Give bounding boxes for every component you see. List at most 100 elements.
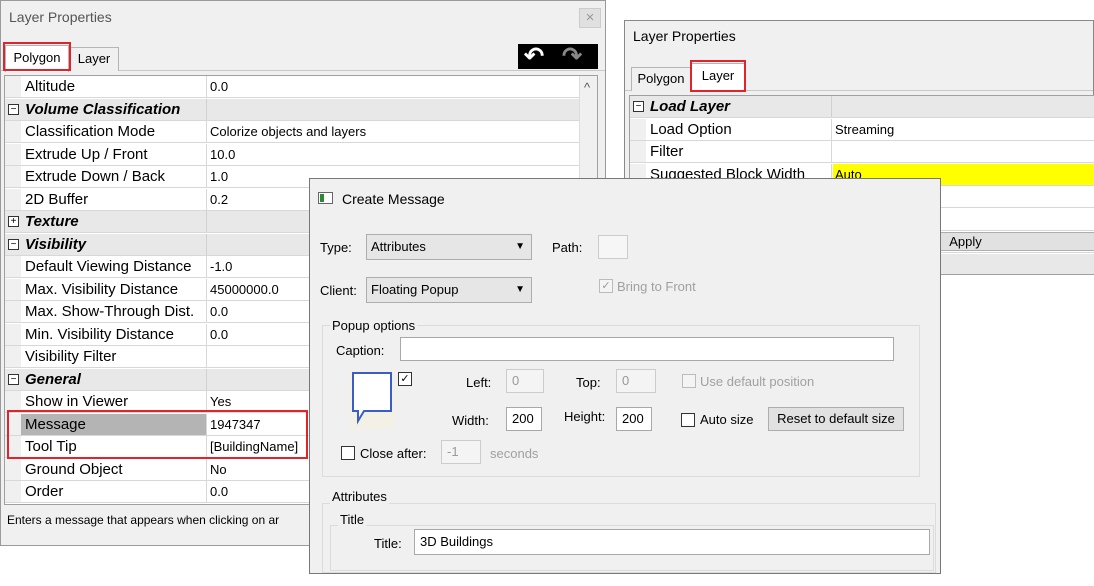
height-input[interactable]: 200 xyxy=(616,407,652,431)
use-default-position-label: Use default position xyxy=(700,374,815,389)
type-select[interactable]: Attributes ▼ xyxy=(366,234,532,260)
width-input[interactable]: 200 xyxy=(506,407,542,431)
property-row[interactable]: Load Option Streaming xyxy=(630,118,1094,141)
property-name: Default Viewing Distance xyxy=(21,256,207,277)
row-gutter xyxy=(5,166,21,187)
client-select-value: Floating Popup xyxy=(371,282,459,297)
left-input[interactable]: 0 xyxy=(506,369,544,393)
tab-polygon[interactable]: Polygon xyxy=(631,67,691,91)
property-name: Message xyxy=(21,413,207,435)
property-name: Load Layer xyxy=(646,96,832,117)
tab-layer[interactable]: Layer xyxy=(69,47,119,71)
back-arrow-icon[interactable]: ↶ xyxy=(524,42,544,71)
row-gutter xyxy=(5,436,21,457)
property-value[interactable]: Streaming xyxy=(833,119,1094,140)
seconds-label: seconds xyxy=(490,446,539,461)
row-gutter xyxy=(5,143,21,165)
title-input[interactable]: 3D Buildings xyxy=(414,529,930,555)
property-row[interactable]: Filter xyxy=(630,141,1094,163)
forward-arrow-icon[interactable]: ↷ xyxy=(562,42,582,71)
property-name: Visibility xyxy=(21,233,207,255)
row-gutter xyxy=(5,391,21,412)
title-label: Title: xyxy=(374,536,402,551)
tab-strip: Polygon Layer xyxy=(625,63,1093,92)
tab-polygon-label: Polygon xyxy=(637,71,685,86)
bring-to-front-label: Bring to Front xyxy=(617,279,696,294)
property-description: Enters a message that appears when click… xyxy=(7,513,280,527)
property-name: Volume Classification xyxy=(21,98,207,120)
caption-label: Caption: xyxy=(336,343,385,358)
close-after-input[interactable]: -1 xyxy=(441,440,481,464)
property-value[interactable]: 10.0 xyxy=(208,144,581,165)
collapse-icon[interactable]: − xyxy=(633,101,644,112)
height-label: Height: xyxy=(564,409,606,424)
property-value[interactable]: Colorize objects and layers xyxy=(208,121,581,142)
close-after-checkbox[interactable] xyxy=(341,446,355,460)
row-gutter: − xyxy=(5,98,21,120)
property-name: Max. Show-Through Dist. xyxy=(21,301,207,322)
path-label: Path: xyxy=(552,240,583,255)
reset-default-size-button[interactable]: Reset to default size xyxy=(768,407,904,431)
row-gutter xyxy=(630,118,646,140)
property-name: Max. Visibility Distance xyxy=(21,278,207,300)
path-input[interactable] xyxy=(598,235,628,259)
property-value[interactable] xyxy=(833,141,1094,162)
category-row[interactable]: − Load Layer xyxy=(630,96,1094,118)
chevron-down-icon: ▼ xyxy=(515,241,525,252)
row-gutter xyxy=(5,76,21,97)
type-label: Type: xyxy=(320,240,352,255)
row-gutter xyxy=(5,458,21,480)
collapse-icon[interactable]: − xyxy=(8,238,19,250)
row-gutter: − xyxy=(5,233,21,255)
top-input[interactable]: 0 xyxy=(616,369,656,393)
scroll-up-icon[interactable]: ^ xyxy=(584,80,590,95)
client-select[interactable]: Floating Popup ▼ xyxy=(366,277,532,303)
attributes-label: Attributes xyxy=(330,489,389,504)
client-label: Client: xyxy=(320,283,357,298)
window-title: Layer Properties xyxy=(633,28,736,44)
row-gutter xyxy=(5,301,21,322)
auto-size-checkbox[interactable] xyxy=(681,413,695,427)
tab-polygon-label: Polygon xyxy=(13,50,61,65)
property-name: Visibility Filter xyxy=(21,346,207,367)
expand-icon[interactable]: + xyxy=(8,216,19,227)
row-gutter xyxy=(5,413,21,435)
width-label: Width: xyxy=(452,413,489,428)
navigation-buttons: ↶ ↷ xyxy=(518,42,598,71)
property-name: Extrude Up / Front xyxy=(21,143,207,165)
property-name: General xyxy=(21,368,207,390)
category-value xyxy=(208,99,581,120)
use-default-position-checkbox[interactable] xyxy=(682,374,696,388)
collapse-icon[interactable]: − xyxy=(8,103,19,115)
category-row[interactable]: − Volume Classification xyxy=(5,98,581,121)
tab-layer-label: Layer xyxy=(77,51,111,66)
property-row[interactable]: Extrude Up / Front 10.0 xyxy=(5,143,581,166)
title-group-label: Title xyxy=(338,512,367,527)
dialog-icon xyxy=(318,192,333,204)
property-row[interactable]: Altitude 0.0 xyxy=(5,76,581,98)
dialog-title: Create Message xyxy=(342,191,445,207)
collapse-icon[interactable]: − xyxy=(8,373,19,385)
property-row[interactable]: Classification Mode Colorize objects and … xyxy=(5,121,581,143)
row-gutter xyxy=(5,188,21,210)
row-gutter: + xyxy=(5,211,21,232)
row-gutter: − xyxy=(5,368,21,390)
create-message-dialog: Create Message Type: Attributes ▼ Path: … xyxy=(309,178,941,574)
close-button[interactable]: × xyxy=(579,8,601,28)
check-icon: ✓ xyxy=(400,373,410,385)
bring-to-front-checkbox[interactable]: ✓ xyxy=(599,279,613,293)
property-name: 2D Buffer xyxy=(21,188,207,210)
property-name: Tool Tip xyxy=(21,436,207,457)
tab-strip: Polygon Layer xyxy=(1,45,605,72)
tab-polygon[interactable]: Polygon xyxy=(5,45,69,72)
caption-input[interactable] xyxy=(400,337,894,361)
window-title: Layer Properties xyxy=(9,9,112,25)
left-label: Left: xyxy=(466,375,492,390)
row-gutter xyxy=(630,141,646,162)
tab-layer[interactable]: Layer xyxy=(691,63,745,92)
property-name: Extrude Down / Back xyxy=(21,166,207,187)
popup-preview-checkbox[interactable]: ✓ xyxy=(398,372,412,386)
row-gutter xyxy=(5,323,21,345)
property-value[interactable]: 0.0 xyxy=(208,76,581,97)
property-name: Load Option xyxy=(646,118,832,140)
